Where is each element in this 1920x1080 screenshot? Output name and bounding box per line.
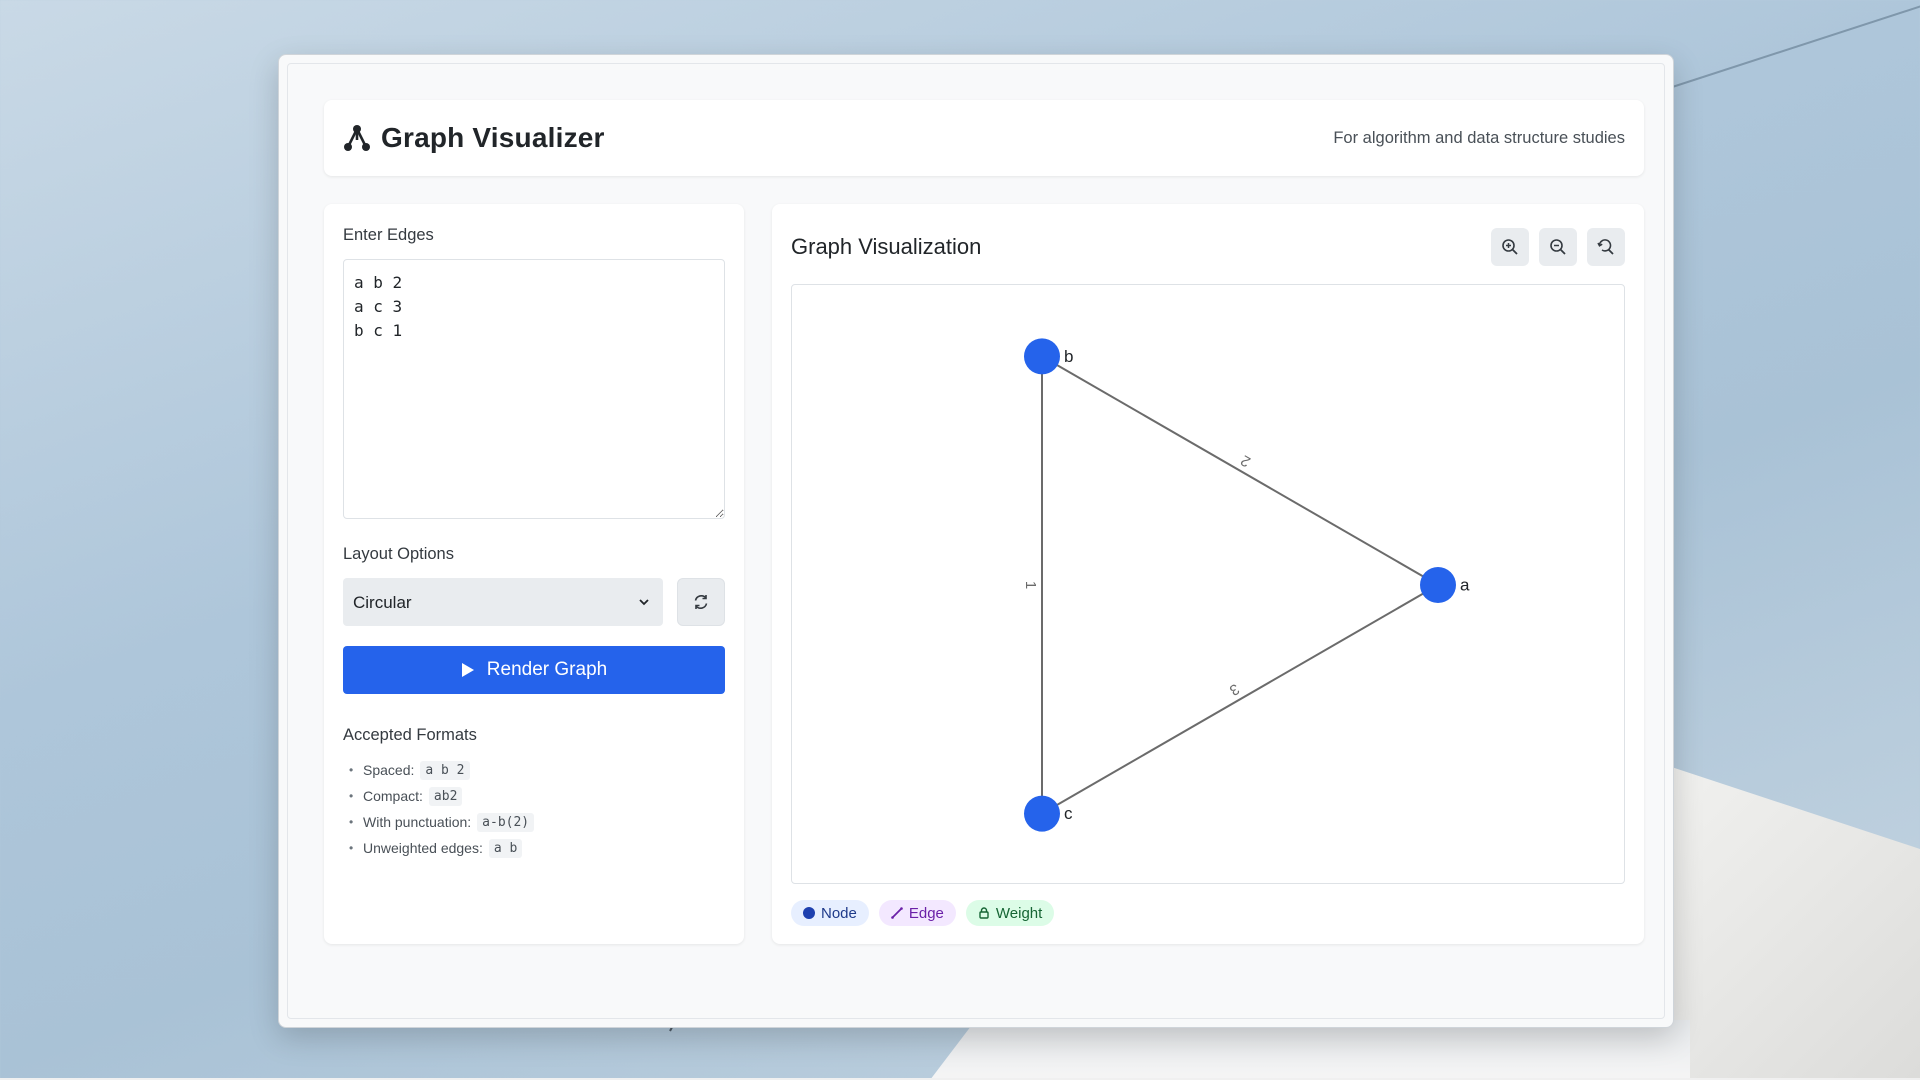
play-icon xyxy=(461,663,474,677)
list-item: • Spaced: a b 2 xyxy=(343,757,725,783)
refresh-icon xyxy=(694,595,708,609)
app-window: Graph Visualizer For algorithm and data … xyxy=(278,54,1674,1028)
format-code: a b xyxy=(488,838,523,858)
app-header: Graph Visualizer For algorithm and data … xyxy=(324,100,1644,176)
edge-weight-label: 2 xyxy=(1238,451,1254,470)
format-label: Spaced: xyxy=(363,762,415,778)
refresh-layout-button[interactable] xyxy=(677,578,725,626)
zoom-out-button[interactable] xyxy=(1539,228,1577,266)
node-label: a xyxy=(1460,575,1470,594)
bullet: • xyxy=(349,763,354,777)
legend-edge-label: Edge xyxy=(908,904,944,922)
edges-textarea[interactable] xyxy=(343,259,725,519)
list-item: • With punctuation: a-b(2) xyxy=(343,809,725,835)
brand: Graph Visualizer xyxy=(343,122,605,154)
render-graph-label: Render Graph xyxy=(486,659,608,680)
desktop-background-surface xyxy=(930,1020,1690,1080)
app-subtitle: For algorithm and data structure studies xyxy=(1333,128,1625,147)
zoom-out-icon xyxy=(1550,239,1566,255)
graph-edge-a-c[interactable] xyxy=(1041,584,1439,815)
list-item: • Unweighted edges: a b xyxy=(343,835,725,861)
layout-select[interactable]: Circular xyxy=(343,578,663,626)
format-label: With punctuation: xyxy=(363,814,472,830)
format-label: Compact: xyxy=(363,788,423,804)
edge-line-icon xyxy=(891,907,903,919)
render-graph-button[interactable]: Render Graph xyxy=(343,646,725,694)
edge-weight-label: 3 xyxy=(1226,680,1242,699)
app-content: Graph Visualizer For algorithm and data … xyxy=(287,63,1665,1019)
accepted-formats-list: • Spaced: a b 2 • Compact: ab2 • With pu… xyxy=(343,757,725,861)
visualization-panel: Graph Visualization 2 3 1 a b c Node Edg… xyxy=(772,204,1644,944)
node-dot-icon xyxy=(803,907,815,919)
bullet: • xyxy=(349,815,354,829)
reset-zoom-button[interactable] xyxy=(1587,228,1625,266)
edges-label: Enter Edges xyxy=(343,226,434,244)
zoom-controls xyxy=(1491,228,1625,266)
zoom-in-button[interactable] xyxy=(1491,228,1529,266)
weight-icon xyxy=(979,907,989,919)
visualization-header: Graph Visualization xyxy=(791,226,1625,268)
graph-canvas[interactable]: 2 3 1 a b c xyxy=(791,284,1625,884)
legend-weight-label: Weight xyxy=(995,904,1043,922)
format-code: a-b(2) xyxy=(477,812,535,832)
legend: Node Edge Weight xyxy=(791,900,1055,926)
legend-edge-chip: Edge xyxy=(878,900,956,926)
node-label: c xyxy=(1064,804,1073,823)
edge-weight-label: 1 xyxy=(1022,581,1039,589)
graph-node-c[interactable] xyxy=(1024,795,1060,832)
layout-row: Circular xyxy=(343,578,725,626)
layout-options-label: Layout Options xyxy=(343,545,454,563)
input-panel: Enter Edges Layout Options Circular xyxy=(324,204,744,944)
app-title: Graph Visualizer xyxy=(381,122,605,153)
format-code: ab2 xyxy=(428,786,463,806)
visualization-title: Graph Visualization xyxy=(791,234,982,259)
legend-node-label: Node xyxy=(821,904,857,922)
graph-icon xyxy=(343,122,371,154)
graph-svg[interactable]: 2 3 1 a b c xyxy=(792,285,1625,884)
node-label: b xyxy=(1064,347,1073,366)
bullet: • xyxy=(349,841,354,855)
graph-edge-a-b[interactable] xyxy=(1041,355,1439,586)
layout-select-wrapper: Circular xyxy=(343,578,663,626)
list-item: • Compact: ab2 xyxy=(343,783,725,809)
legend-node-chip: Node xyxy=(791,900,869,926)
zoom-in-icon xyxy=(1502,239,1518,255)
bullet: • xyxy=(349,789,354,803)
graph-node-b[interactable] xyxy=(1024,338,1060,375)
accepted-formats-title: Accepted Formats xyxy=(343,726,477,744)
legend-weight-chip: Weight xyxy=(965,900,1055,926)
desktop-background-line xyxy=(1659,3,1920,92)
graph-node-a[interactable] xyxy=(1420,567,1456,603)
format-label: Unweighted edges: xyxy=(363,840,483,856)
format-code: a b 2 xyxy=(420,760,470,780)
reset-zoom-icon xyxy=(1597,239,1614,255)
